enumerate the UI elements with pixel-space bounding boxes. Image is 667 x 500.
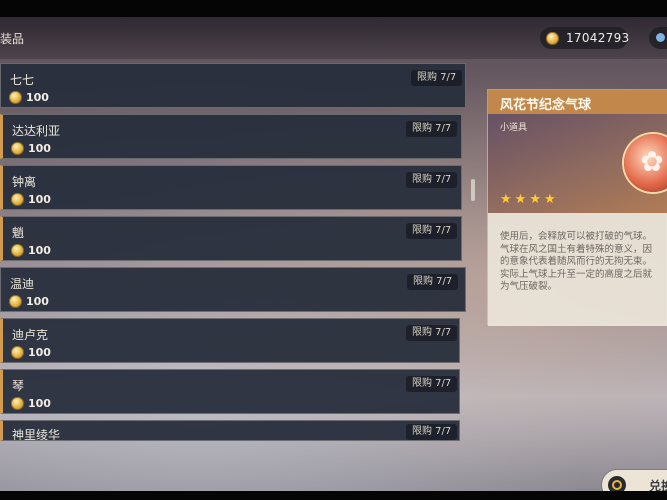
- item-price: 100: [9, 295, 49, 308]
- shop-item[interactable]: 七七 100 限购 7/7: [0, 63, 466, 108]
- rarity-stars: ★ ★ ★ ★: [500, 193, 556, 206]
- purchase-limit: 限购 7/7: [406, 325, 458, 341]
- detail-body: 使用后，会释放可以被打破的气球。 气球在风之国土有着特殊的意义，因 的意象代表着…: [488, 213, 667, 326]
- shop-item[interactable]: 达达利亚 100 限购 7/7: [0, 114, 462, 159]
- page-title: 装品: [0, 32, 25, 46]
- list-scrollbar[interactable]: [471, 179, 475, 201]
- confirm-icon: [608, 476, 626, 491]
- redeem-label: 兑换: [649, 479, 667, 491]
- coin-icon: [9, 91, 22, 104]
- shop-item[interactable]: 琴 100 限购 7/7: [0, 369, 460, 414]
- detail-title-bar: 风花节纪念气球: [488, 90, 667, 114]
- shop-item[interactable]: 魈 100 限购 7/7: [0, 216, 462, 261]
- star-icon: ★: [543, 192, 556, 207]
- purchase-limit: 限购 7/7: [411, 70, 463, 86]
- coin-icon: [11, 193, 24, 206]
- shop-item[interactable]: 温迪 100 限购 7/7: [0, 267, 466, 312]
- redeem-button[interactable]: 兑换: [602, 470, 667, 491]
- currency-display[interactable]: 17042793: [540, 27, 630, 49]
- shop-screen: 装品 17042793 七七 100 限购 7/7 达达利亚 100 限购 7/…: [0, 17, 667, 491]
- item-name: 神里绫华: [12, 428, 61, 441]
- item-detail-panel: 风花节纪念气球 小道具 ✿ ★ ★ ★ ★ 使用后，会释放可以被打破的气球。 气…: [487, 89, 667, 326]
- top-bar: 装品 17042793: [0, 17, 667, 59]
- star-icon: ★: [529, 192, 541, 207]
- coin-icon: [11, 142, 24, 155]
- coin-icon: [11, 244, 24, 257]
- purchase-limit: 限购 7/7: [406, 223, 458, 239]
- item-price: 100: [11, 346, 51, 359]
- coin-icon: [11, 397, 24, 410]
- letterbox-bottom: [0, 491, 667, 500]
- shop-item[interactable]: 神里绫华 限购 7/7: [0, 420, 460, 441]
- purchase-limit: 限购 7/7: [407, 274, 459, 290]
- item-price: 100: [11, 193, 51, 206]
- flower-icon: ✿: [640, 145, 664, 178]
- item-price: 100: [11, 142, 51, 155]
- detail-type: 小道具: [500, 123, 528, 133]
- item-price: 100: [11, 244, 51, 257]
- coin-icon: [546, 31, 559, 45]
- shop-item[interactable]: 迪卢克 100 限购 7/7: [0, 318, 460, 363]
- star-icon: ★: [500, 192, 512, 207]
- letterbox-top: [0, 0, 667, 17]
- coin-icon: [11, 346, 24, 359]
- detail-description: 使用后，会释放可以被打破的气球。 气球在风之国土有着特殊的意义，因 的意象代表着…: [500, 231, 653, 292]
- currency-value: 17042793: [566, 31, 630, 45]
- purchase-limit: 限购 7/7: [406, 121, 458, 137]
- coin-icon: [9, 295, 22, 308]
- purchase-limit: 限购 7/7: [406, 376, 458, 392]
- item-name: 温迪: [10, 277, 35, 291]
- item-name: 迪卢克: [12, 328, 49, 342]
- balloon-icon: ✿: [624, 134, 667, 192]
- item-name: 钟离: [12, 175, 37, 189]
- item-price: 100: [11, 397, 51, 410]
- star-icon: ★: [514, 192, 527, 207]
- purchase-limit: 限购 7/7: [406, 424, 458, 440]
- item-name: 七七: [10, 73, 35, 87]
- item-name: 达达利亚: [12, 124, 61, 138]
- detail-header: 风花节纪念气球 小道具 ✿ ★ ★ ★ ★: [488, 90, 667, 213]
- purchase-limit: 限购 7/7: [406, 172, 458, 188]
- shop-item[interactable]: 钟离 100 限购 7/7: [0, 165, 462, 210]
- gem-icon: [656, 33, 665, 42]
- item-name: 魈: [12, 226, 25, 240]
- item-name: 琴: [12, 379, 25, 393]
- item-price: 100: [9, 91, 49, 104]
- detail-title: 风花节纪念气球: [500, 98, 592, 113]
- topbar-extra-button[interactable]: [649, 27, 667, 49]
